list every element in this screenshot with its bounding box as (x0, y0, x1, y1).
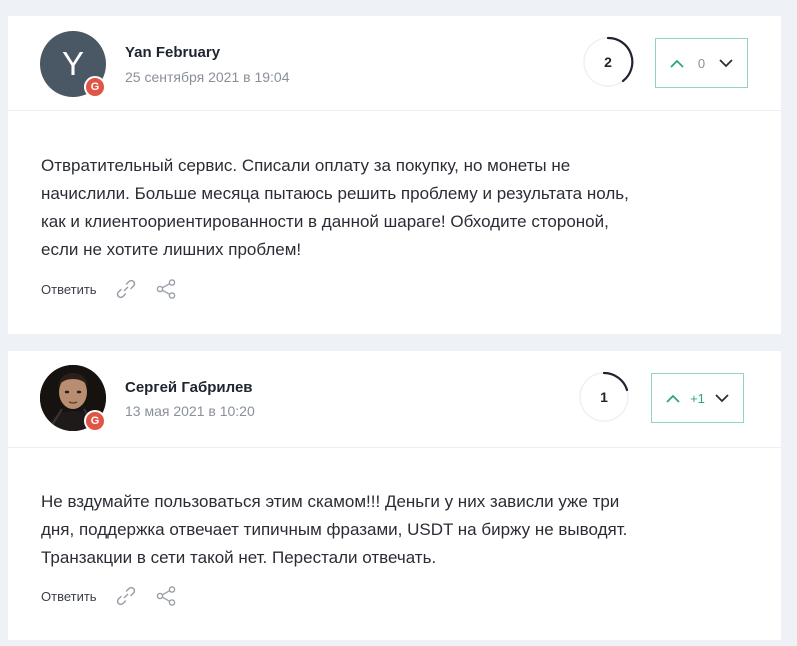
chevron-down-icon[interactable] (715, 391, 729, 405)
vote-control: 0 (655, 38, 748, 88)
link-icon[interactable] (115, 585, 137, 607)
reply-button[interactable]: Ответить (41, 589, 97, 604)
rating-value: 2 (604, 54, 612, 70)
comment-header: G Сергей Габрилев 13 мая 2021 в 10:20 1 … (8, 351, 781, 448)
chevron-up-icon[interactable] (670, 56, 684, 70)
rating-circle: 1 (578, 371, 630, 423)
author-name[interactable]: Yan February (125, 44, 220, 61)
reply-button[interactable]: Ответить (41, 282, 97, 297)
vote-count: 0 (697, 55, 706, 71)
google-badge-icon: G (84, 76, 106, 98)
rating-value: 1 (600, 389, 608, 405)
share-icon[interactable] (155, 278, 177, 300)
chevron-down-icon[interactable] (719, 56, 733, 70)
comment-text: Не вздумайте пользоваться этим скамом!!!… (41, 492, 628, 567)
chevron-up-icon[interactable] (666, 391, 680, 405)
vote-control: +1 (651, 373, 744, 423)
post-date: 13 мая 2021 в 10:20 (125, 403, 255, 419)
share-icon[interactable] (155, 585, 177, 607)
comment-card: G Сергей Габрилев 13 мая 2021 в 10:20 1 … (8, 351, 781, 640)
google-badge-icon: G (84, 410, 106, 432)
vote-count: +1 (690, 390, 705, 406)
comment-text: Отвратительный сервис. Списали оплату за… (41, 156, 629, 259)
rating-circle: 2 (582, 36, 634, 88)
comment-actions: Ответить (41, 585, 177, 607)
comment-header: Y G Yan February 25 сентября 2021 в 19:0… (8, 16, 781, 111)
post-date: 25 сентября 2021 в 19:04 (125, 69, 290, 85)
author-name[interactable]: Сергей Габрилев (125, 379, 253, 396)
comment-card: Y G Yan February 25 сентября 2021 в 19:0… (8, 16, 781, 334)
link-icon[interactable] (115, 278, 137, 300)
comment-actions: Ответить (41, 278, 177, 300)
